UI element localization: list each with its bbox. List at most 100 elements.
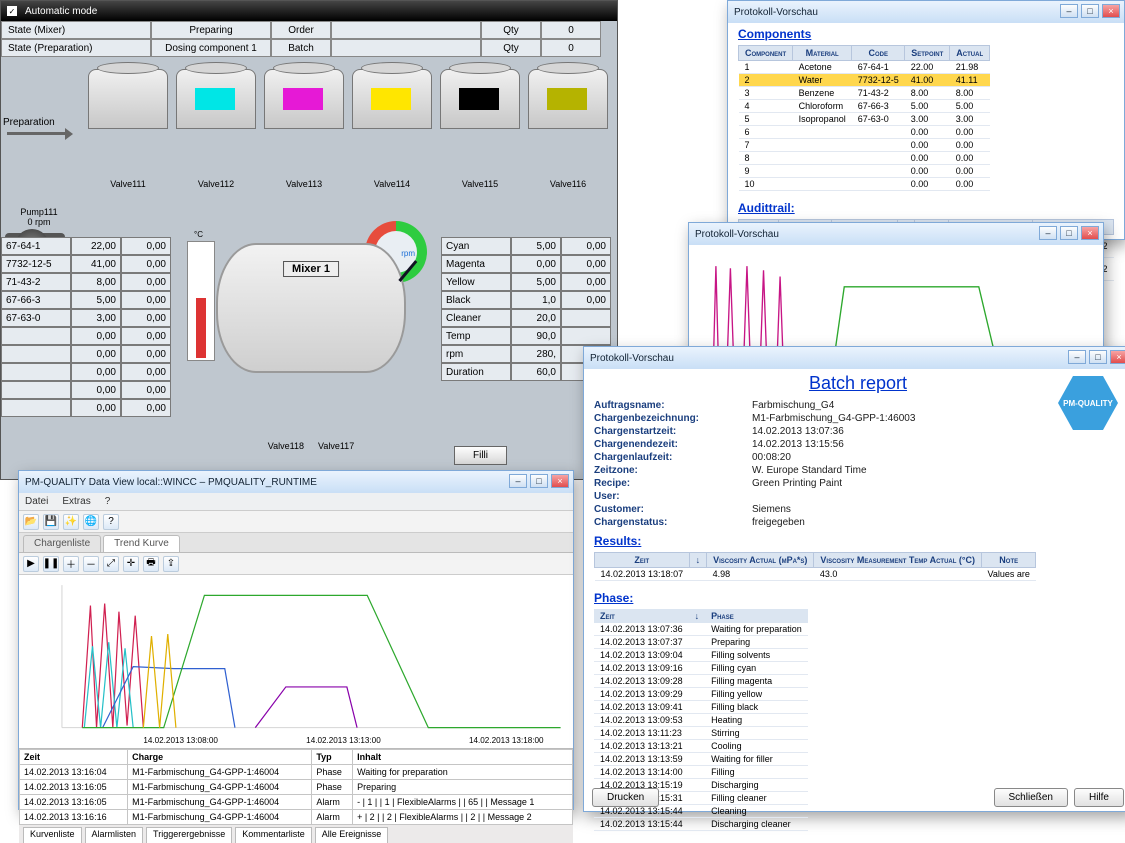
tab-trend-kurve[interactable]: Trend Kurve (103, 535, 180, 552)
tank-4[interactable]: Valve114 (351, 69, 433, 189)
kv-key: Customer: (594, 504, 744, 515)
close-icon[interactable]: × (1081, 226, 1099, 240)
maximize-icon[interactable]: □ (530, 474, 548, 488)
minimize-icon[interactable]: – (1068, 350, 1086, 364)
automatic-mode-checkbox[interactable]: ✓ (7, 6, 17, 16)
phase-row: 14.02.2013 13:09:29Filling yellow (594, 688, 808, 701)
menu-help[interactable]: ? (105, 496, 111, 507)
event-row[interactable]: 14.02.2013 13:16:05M1-Farbmischung_G4-GP… (20, 780, 573, 795)
event-subtabs: KurvenlisteAlarmlistenTriggerergebnisseK… (19, 825, 573, 843)
kv-value: Siemens (752, 504, 1122, 515)
valve-label: Valve115 (439, 179, 521, 189)
valve-label: Valve114 (351, 179, 433, 189)
kv-key: Chargenstatus: (594, 517, 744, 528)
table-row: 0,000,00 (1, 327, 181, 345)
phase-row: 14.02.2013 13:15:44Discharging cleaner (594, 818, 808, 831)
kv-value (752, 491, 1122, 502)
minimize-icon[interactable]: – (1039, 226, 1057, 240)
play-icon[interactable]: ▶ (23, 556, 39, 572)
component-row: 3Benzene71-43-28.008.00 (739, 87, 990, 100)
zoom-fit-icon[interactable]: ⤢ (103, 556, 119, 572)
state-mixer-value: Preparing (151, 21, 271, 39)
component-row: 80.000.00 (739, 152, 990, 165)
tank-1[interactable]: Valve111 (87, 69, 169, 189)
cursor-icon[interactable]: ✛ (123, 556, 139, 572)
tank-3[interactable]: Valve113 (263, 69, 345, 189)
dataview-window[interactable]: PM-QUALITY Data View local::WINCC – PMQU… (18, 470, 574, 810)
scada-main-panel: ✓ Automatic mode State (Mixer) Preparing… (0, 0, 618, 480)
phase-row: 14.02.2013 13:07:36Waiting for preparati… (594, 623, 808, 636)
batch-titlebar[interactable]: Protokoll-Vorschau –□× (584, 347, 1125, 369)
trend-report-titlebar[interactable]: Protokoll-Vorschau –□× (689, 223, 1103, 245)
valve118-label[interactable]: Valve118 (268, 441, 304, 451)
phase-row: 14.02.2013 13:09:04Filling solvents (594, 649, 808, 662)
print-button[interactable]: Drucken (592, 788, 659, 807)
valve117-label[interactable]: Valve117 (318, 441, 354, 451)
zoom-out-icon[interactable]: － (83, 556, 99, 572)
table-row: Magenta0,000,00 (441, 255, 611, 273)
component-setpoint-table: 67-64-122,000,00 7732-12-541,000,00 71-4… (1, 237, 181, 417)
component-row: 1Acetone67-64-122.0021.98 (739, 61, 990, 74)
close-icon[interactable]: × (1102, 4, 1120, 18)
maximize-icon[interactable]: □ (1081, 4, 1099, 18)
component-row: 4Chloroform67-66-35.005.00 (739, 100, 990, 113)
tank-5[interactable]: Valve115 (439, 69, 521, 189)
event-row[interactable]: 14.02.2013 13:16:16M1-Farbmischung_G4-GP… (20, 810, 573, 825)
open-icon[interactable]: 📂 (23, 514, 39, 530)
subtab[interactable]: Alarmlisten (85, 827, 144, 843)
qty-label-1: Qty (481, 21, 541, 39)
valve-label: Valve116 (527, 179, 609, 189)
close-icon[interactable]: × (551, 474, 569, 488)
mixer-column: °C rpm Mixer 1 Valve118 Valve117 Filli (181, 237, 441, 417)
subtab[interactable]: Triggerergebnisse (146, 827, 232, 843)
save-icon[interactable]: 💾 (43, 514, 59, 530)
subtab[interactable]: Alle Ereignisse (315, 827, 389, 843)
event-row[interactable]: 14.02.2013 13:16:04M1-Farbmischung_G4-GP… (20, 765, 573, 780)
kv-key: Chargenbezeichnung: (594, 413, 744, 424)
menu-extras[interactable]: Extras (62, 496, 90, 507)
bottom-valve-row: Valve118 Valve117 (181, 441, 441, 451)
menu-datei[interactable]: Datei (25, 496, 48, 507)
minimize-icon[interactable]: – (509, 474, 527, 488)
fill-button[interactable]: Filli (454, 446, 507, 465)
tank-6[interactable]: Valve116 (527, 69, 609, 189)
components-heading: Components (728, 23, 1124, 45)
components-titlebar[interactable]: Protokoll-Vorschau –□× (728, 1, 1124, 23)
wand-icon[interactable]: ✨ (63, 514, 79, 530)
preparation-label: Preparation (3, 117, 55, 128)
help-icon[interactable]: ? (103, 514, 119, 530)
batch-report-window[interactable]: Protokoll-Vorschau –□× Batch report PM-Q… (583, 346, 1125, 812)
pause-icon[interactable]: ❚❚ (43, 556, 59, 572)
zoom-in-icon[interactable]: ＋ (63, 556, 79, 572)
dataview-menu[interactable]: Datei Extras ? (19, 493, 573, 511)
phase-row: 14.02.2013 13:13:59Waiting for filler (594, 753, 808, 766)
table-row: 0,000,00 (1, 363, 181, 381)
component-row: 5Isopropanol67-63-03.003.00 (739, 113, 990, 126)
dataview-title-text: PM-QUALITY Data View local::WINCC – PMQU… (25, 477, 317, 488)
close-button[interactable]: Schließen (994, 788, 1068, 807)
dataview-titlebar[interactable]: PM-QUALITY Data View local::WINCC – PMQU… (19, 471, 573, 493)
pump-name: Pump111 (9, 207, 69, 217)
components-report-window[interactable]: Protokoll-Vorschau –□× Components Compon… (727, 0, 1125, 240)
help-button[interactable]: Hilfe (1074, 788, 1124, 807)
trend-chart[interactable]: 14.02.2013 13:08:00 14.02.2013 13:13:00 … (19, 575, 573, 749)
table-row: 71-43-28,000,00 (1, 273, 181, 291)
event-row[interactable]: 14.02.2013 13:16:05M1-Farbmischung_G4-GP… (20, 795, 573, 810)
export-icon[interactable]: ⇪ (163, 556, 179, 572)
subtab[interactable]: Kommentarliste (235, 827, 312, 843)
minimize-icon[interactable]: – (1060, 4, 1078, 18)
scada-midrow: 67-64-122,000,00 7732-12-541,000,00 71-4… (1, 237, 617, 417)
tab-chargenliste[interactable]: Chargenliste (23, 535, 101, 552)
subtab[interactable]: Kurvenliste (23, 827, 82, 843)
print-icon[interactable]: 🖶 (143, 556, 159, 572)
globe-icon[interactable]: 🌐 (83, 514, 99, 530)
event-grid[interactable]: ZeitChargeTypInhalt14.02.2013 13:16:04M1… (19, 749, 573, 825)
maximize-icon[interactable]: □ (1060, 226, 1078, 240)
maximize-icon[interactable]: □ (1089, 350, 1107, 364)
tank-2[interactable]: Valve112 (175, 69, 257, 189)
close-icon[interactable]: × (1110, 350, 1125, 364)
mixer-vessel-icon[interactable]: Mixer 1 (216, 243, 406, 373)
results-heading: Results: (584, 530, 1125, 552)
infeed-pipe-icon (7, 132, 67, 135)
component-row: 100.000.00 (739, 178, 990, 191)
